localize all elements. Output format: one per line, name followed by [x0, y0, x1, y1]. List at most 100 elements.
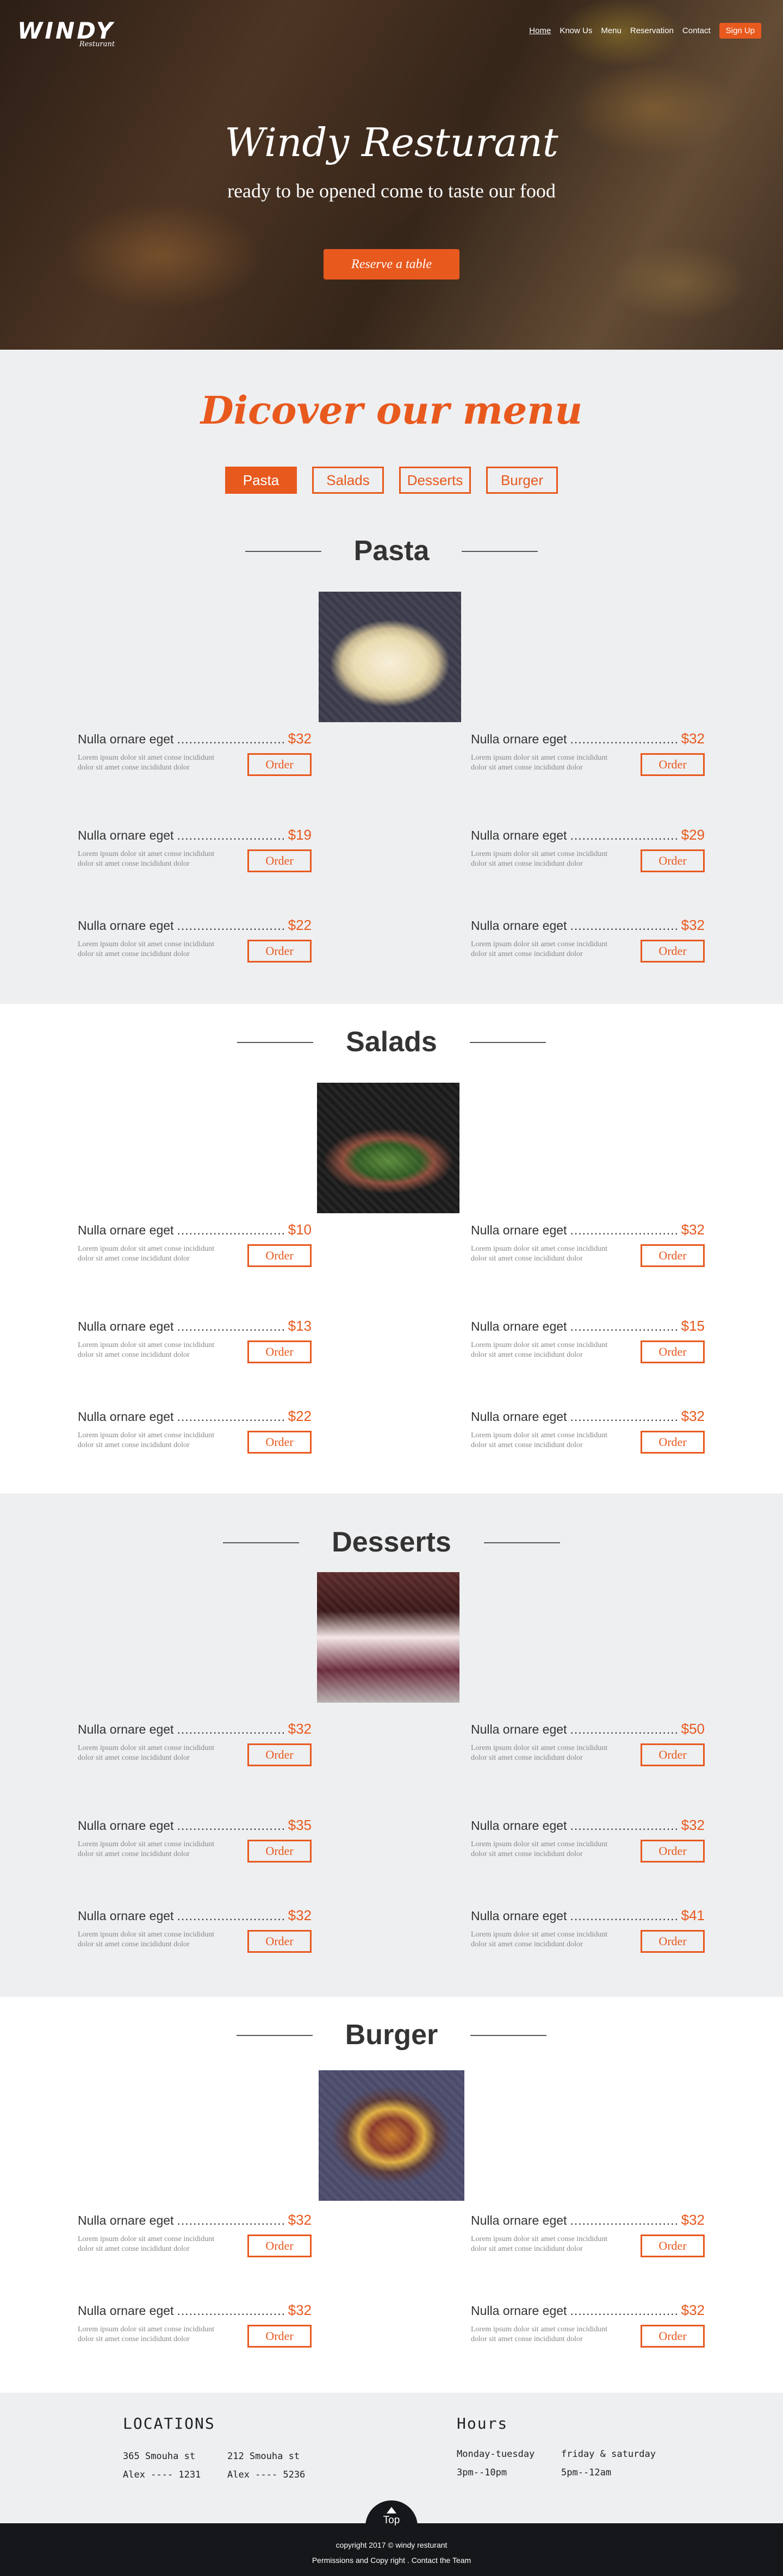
menu-item-description: Lorem ipsum dolor sit amet conse incidid…	[78, 1341, 215, 1359]
menu-item-leader	[570, 1909, 678, 1923]
menu-item-price: $32	[681, 730, 705, 747]
nav-contact[interactable]: Contact	[682, 26, 711, 35]
menu-item: Nulla ornare eget $19 Lorem ipsum dolor si…	[78, 827, 312, 886]
order-button[interactable]: Order	[247, 753, 312, 776]
menu-item-name: Nulla ornare eget	[471, 1410, 567, 1424]
location-phone: Alex ---- 5236	[227, 2469, 306, 2480]
menu-item-price: $32	[681, 2302, 705, 2318]
category-heading: Desserts	[0, 1526, 783, 1559]
order-button[interactable]: Order	[247, 849, 312, 872]
order-button[interactable]: Order	[641, 1930, 705, 1953]
menu-item-description: Lorem ipsum dolor sit amet conse incidid…	[78, 2235, 215, 2253]
locations-title: LOCATIONS	[123, 2414, 215, 2432]
menu-item: Nulla ornare eget $29 Lorem ipsum dolor si…	[471, 827, 705, 886]
menu-item-description: Lorem ipsum dolor sit amet conse incidid…	[471, 754, 608, 772]
menu-item-price: $32	[288, 2212, 312, 2228]
nav-reservation[interactable]: Reservation	[630, 26, 674, 35]
menu-item-line: Nulla ornare eget $13	[78, 1318, 312, 1334]
order-button[interactable]: Order	[641, 2234, 705, 2257]
menu-item-name: Nulla ornare eget	[471, 1319, 567, 1333]
permissions-link[interactable]: Permissions and Copy right	[312, 2556, 405, 2565]
menu-item-name: Nulla ornare eget	[78, 1909, 174, 1923]
menu-item-description: Lorem ipsum dolor sit amet conse incidid…	[78, 1431, 215, 1449]
menu-section-pasta: Dicover our menu Pasta Salads Desserts B…	[0, 350, 783, 1004]
order-button[interactable]: Order	[641, 1244, 705, 1267]
menu-item-line: Nulla ornare eget $15	[471, 1318, 705, 1334]
menu-item: Nulla ornare eget $32 Lorem ipsum dolor si…	[78, 2302, 312, 2362]
tab-salads[interactable]: Salads	[312, 467, 384, 494]
order-button[interactable]: Order	[247, 1930, 312, 1953]
menu-item-leader	[570, 732, 678, 747]
menu-item-price: $29	[681, 827, 705, 843]
nav-know-us[interactable]: Know Us	[560, 26, 592, 35]
menu-item: Nulla ornare eget $22 Lorem ipsum dolor si…	[78, 1408, 312, 1468]
menu-tabs: Pasta Salads Desserts Burger	[0, 467, 783, 494]
hours-days: friday & saturday	[561, 2449, 656, 2460]
hero-title: Windy Resturant	[225, 120, 558, 165]
menu-item-leader	[177, 1319, 284, 1334]
menu-item-line: Nulla ornare eget $32	[471, 2212, 705, 2229]
menu-item-description: Lorem ipsum dolor sit amet conse incidid…	[471, 1431, 608, 1449]
category-title-pasta: Pasta	[245, 535, 538, 567]
menu-item-name: Nulla ornare eget	[78, 828, 174, 842]
logo[interactable]: WINDY Resturant	[17, 20, 115, 49]
menu-item-name: Nulla ornare eget	[471, 828, 567, 842]
menu-item-name: Nulla ornare eget	[471, 1722, 567, 1736]
menu-item-description: Lorem ipsum dolor sit amet conse incidid…	[471, 940, 608, 958]
hours-time: 3pm--10pm	[457, 2467, 507, 2478]
menu-item-name: Nulla ornare eget	[78, 1410, 174, 1424]
menu-item-line: Nulla ornare eget $32	[471, 917, 705, 934]
tab-burger[interactable]: Burger	[486, 467, 558, 494]
order-button[interactable]: Order	[641, 2325, 705, 2348]
link-separator: .	[407, 2556, 412, 2565]
menu-item: Nulla ornare eget $32 Lorem ipsum dolor si…	[471, 1408, 705, 1468]
menu-item-line: Nulla ornare eget $32	[78, 1721, 312, 1737]
order-button[interactable]: Order	[247, 1340, 312, 1363]
order-button[interactable]: Order	[641, 1340, 705, 1363]
menu-item-line: Nulla ornare eget $22	[78, 917, 312, 934]
order-button[interactable]: Order	[641, 940, 705, 963]
menu-item-price: $50	[681, 1721, 705, 1737]
menu-item-name: Nulla ornare eget	[78, 918, 174, 933]
menu-item-price: $15	[681, 1318, 705, 1334]
order-button[interactable]: Order	[247, 1840, 312, 1863]
menu-item-description: Lorem ipsum dolor sit amet conse incidid…	[471, 850, 608, 868]
nav-home[interactable]: Home	[529, 26, 551, 35]
menu-item-price: $32	[681, 1817, 705, 1833]
menu-item-name: Nulla ornare eget	[471, 1909, 567, 1923]
order-button[interactable]: Order	[247, 1743, 312, 1766]
order-button[interactable]: Order	[641, 849, 705, 872]
menu-item-line: Nulla ornare eget $32	[471, 2302, 705, 2319]
menu-item-line: Nulla ornare eget $41	[471, 1907, 705, 1924]
menu-item: Nulla ornare eget $35 Lorem ipsum dolor si…	[78, 1817, 312, 1877]
order-button[interactable]: Order	[247, 2234, 312, 2257]
order-button[interactable]: Order	[641, 1743, 705, 1766]
order-button[interactable]: Order	[247, 940, 312, 963]
nav-menu[interactable]: Menu	[601, 26, 622, 35]
tab-desserts[interactable]: Desserts	[399, 467, 471, 494]
menu-item-leader	[570, 2213, 678, 2228]
order-button[interactable]: Order	[247, 1431, 312, 1454]
location-phone: Alex ---- 1231	[123, 2469, 201, 2480]
menu-item-name: Nulla ornare eget	[471, 918, 567, 933]
order-button[interactable]: Order	[641, 1840, 705, 1863]
tab-pasta[interactable]: Pasta	[225, 467, 297, 494]
menu-item-name: Nulla ornare eget	[78, 1319, 174, 1333]
menu-item-leader	[570, 918, 678, 933]
category-heading: Burger	[0, 2019, 783, 2051]
menu-item: Nulla ornare eget $32 Lorem ipsum dolor si…	[78, 2212, 312, 2271]
menu-item-description: Lorem ipsum dolor sit amet conse incidid…	[78, 850, 215, 868]
order-button[interactable]: Order	[641, 1431, 705, 1454]
menu-item-description: Lorem ipsum dolor sit amet conse incidid…	[78, 1245, 215, 1263]
order-button[interactable]: Order	[247, 2325, 312, 2348]
location-street: 365 Smouha st	[123, 2451, 196, 2462]
menu-section-desserts: Desserts Nulla ornare eget $32 Lorem ipsum…	[0, 1493, 783, 1997]
reserve-table-button[interactable]: Reserve a table	[324, 249, 459, 280]
back-to-top-label: Top	[383, 2515, 400, 2526]
order-button[interactable]: Order	[247, 1244, 312, 1267]
contact-team-link[interactable]: Contact the Team	[412, 2556, 471, 2565]
menu-section-salads: Salads Nulla ornare eget $10 Lorem ipsum d…	[0, 1004, 783, 1493]
signup-button[interactable]: Sign Up	[719, 23, 761, 39]
order-button[interactable]: Order	[641, 753, 705, 776]
category-heading: Salads	[0, 1026, 783, 1058]
